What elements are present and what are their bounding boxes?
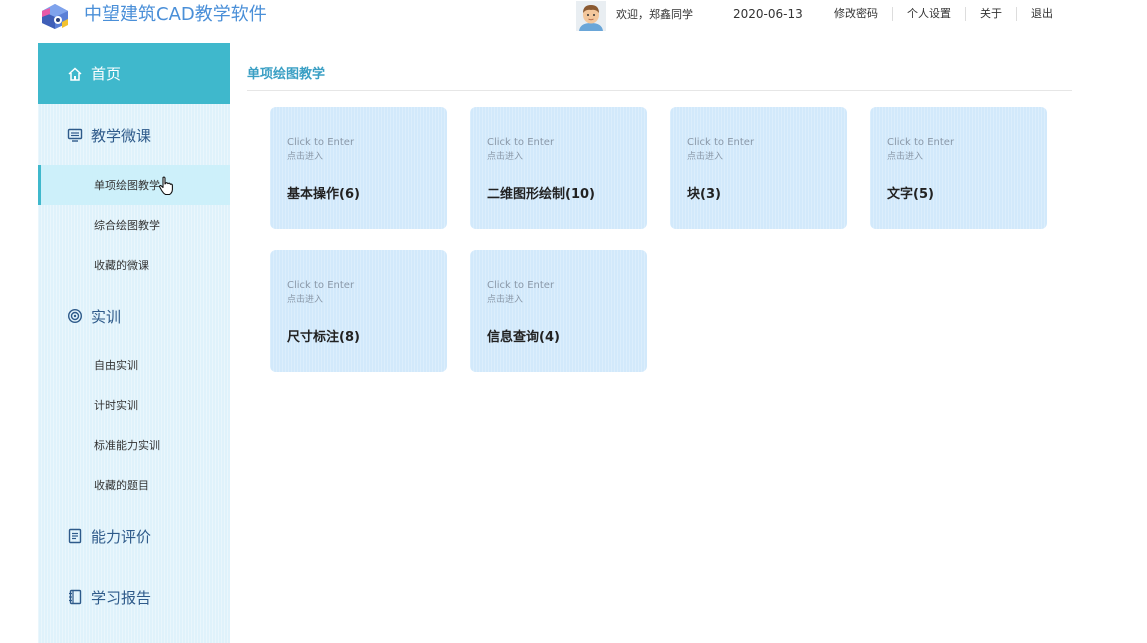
personal-settings-link[interactable]: 个人设置: [893, 6, 965, 22]
sidebar-group-label: 实训: [91, 307, 122, 326]
card-enter-hint-cn: 点击进入: [687, 152, 724, 162]
sidebar-item-standard-training[interactable]: 标准能力实训: [38, 425, 230, 465]
sidebar-item-favorite-questions[interactable]: 收藏的题目: [38, 465, 230, 505]
avatar[interactable]: [576, 1, 606, 31]
hand-cursor-icon: [158, 176, 174, 196]
card-title: 文字(5): [887, 187, 934, 202]
card-enter-hint-cn: 点击进入: [287, 295, 324, 305]
sidebar-group-label: 能力评价: [91, 527, 152, 546]
course-card-dimensions[interactable]: Click to Enter 点击进入 尺寸标注(8): [270, 250, 447, 372]
page-title: 单项绘图教学: [247, 67, 326, 82]
logout-link[interactable]: 退出: [1017, 6, 1067, 22]
sidebar-group-label: 教学微课: [91, 126, 152, 145]
card-enter-hint: Click to Enter: [687, 137, 755, 148]
card-enter-hint-cn: 点击进入: [487, 295, 524, 305]
top-bar: 中望建筑CAD教学软件 欢迎，郑鑫同学 2020-06-13 修改密码 个人设置…: [0, 0, 1147, 32]
sidebar-group-evaluation[interactable]: 能力评价: [38, 516, 230, 556]
cube-logo-icon: [38, 2, 72, 30]
course-card-blocks[interactable]: Click to Enter 点击进入 块(3): [670, 107, 847, 229]
sidebar-group-report[interactable]: 学习报告: [38, 577, 230, 617]
sidebar-item-home[interactable]: 首页: [38, 43, 230, 104]
sidebar-item-favorite-lessons[interactable]: 收藏的微课: [38, 245, 230, 285]
sidebar-group-micro-lessons[interactable]: 教学微课: [38, 115, 230, 155]
target-icon: [67, 308, 83, 324]
card-enter-hint-cn: 点击进入: [287, 152, 324, 162]
card-title: 基本操作(6): [287, 187, 360, 202]
welcome-text: 欢迎，郑鑫同学: [616, 8, 693, 21]
course-card-text[interactable]: Click to Enter 点击进入 文字(5): [870, 107, 1047, 229]
card-enter-hint: Click to Enter: [487, 280, 555, 291]
card-title: 信息查询(4): [487, 330, 560, 345]
sidebar-group-training[interactable]: 实训: [38, 296, 230, 336]
card-enter-hint: Click to Enter: [287, 280, 355, 291]
course-card-basic-operations[interactable]: Click to Enter 点击进入 基本操作(6): [270, 107, 447, 229]
document-icon: [67, 528, 83, 544]
course-card-2d-drawing[interactable]: Click to Enter 点击进入 二维图形绘制(10): [470, 107, 647, 229]
sidebar-item-composite-drawing[interactable]: 综合绘图教学: [38, 205, 230, 245]
card-enter-hint: Click to Enter: [887, 137, 955, 148]
sidebar-item-timed-training[interactable]: 计时实训: [38, 385, 230, 425]
sidebar-group-label: 学习报告: [91, 588, 152, 607]
card-enter-hint: Click to Enter: [287, 137, 355, 148]
notebook-icon: [67, 589, 83, 605]
home-icon: [67, 66, 83, 82]
app-title: 中望建筑CAD教学软件: [84, 4, 267, 25]
sidebar-item-free-training[interactable]: 自由实训: [38, 345, 230, 385]
sidebar: 首页 教学微课 单项绘图教学 综合绘图教学 收藏的微课 实训 自由实训 计时实训…: [38, 43, 230, 643]
card-title: 二维图形绘制(10): [487, 187, 595, 202]
card-title: 尺寸标注(8): [287, 330, 360, 345]
course-card-info-query[interactable]: Click to Enter 点击进入 信息查询(4): [470, 250, 647, 372]
card-enter-hint-cn: 点击进入: [487, 152, 524, 162]
about-link[interactable]: 关于: [966, 6, 1016, 22]
sidebar-item-label: 首页: [91, 65, 122, 83]
current-date: 2020-06-13: [733, 7, 803, 21]
card-title: 块(3): [687, 187, 721, 202]
card-enter-hint-cn: 点击进入: [887, 152, 924, 162]
card-enter-hint: Click to Enter: [487, 137, 555, 148]
header-links: 修改密码 个人设置 关于 退出: [820, 6, 1067, 22]
change-password-link[interactable]: 修改密码: [820, 6, 892, 22]
title-divider: [247, 90, 1072, 91]
sidebar-item-single-drawing[interactable]: 单项绘图教学: [38, 165, 230, 205]
monitor-icon: [67, 127, 83, 143]
